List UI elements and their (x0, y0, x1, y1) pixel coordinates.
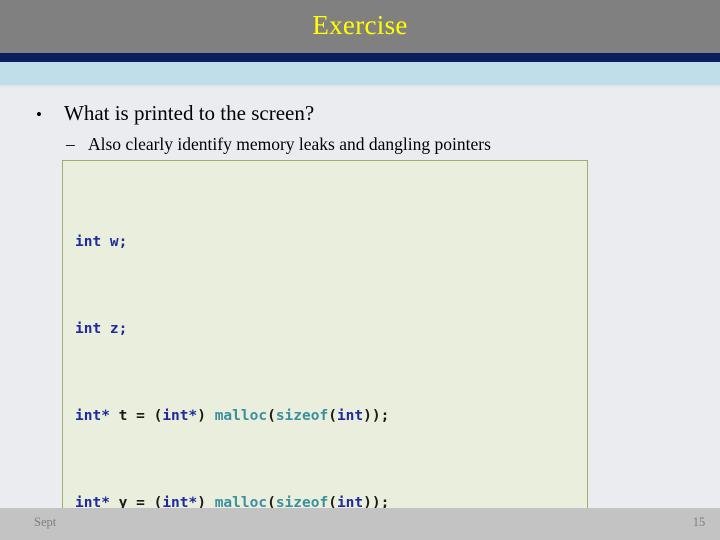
code-line: int w; (75, 232, 587, 254)
code-token-function: malloc (214, 407, 268, 424)
code-lines: int w; int z; int* t = (int*) malloc(siz… (75, 167, 587, 534)
code-token-function: sizeof (275, 407, 329, 424)
slide: Exercise • What is printed to the screen… (0, 0, 720, 540)
title-underline-rule (0, 53, 720, 62)
code-token-keyword: int* (162, 407, 198, 424)
footer-band (0, 508, 720, 540)
code-token-keyword: int* (75, 407, 110, 424)
code-token-plain: ( (267, 407, 276, 424)
code-token-plain: t = ( (109, 407, 163, 424)
code-token-keyword: int (336, 407, 364, 424)
footer-date: Sept (34, 515, 57, 529)
header-accent-fade (0, 85, 720, 89)
bullet-level-2-text: Also clearly identify memory leaks and d… (88, 134, 491, 154)
dash-marker-icon: – (66, 134, 75, 154)
code-token-plain: ( (328, 407, 337, 424)
code-token-plain: ) (197, 407, 215, 424)
footer-page-number: 15 (692, 515, 706, 529)
bullet-marker-icon: • (36, 105, 42, 124)
code-token-plain: )); (363, 407, 390, 424)
bullet-level-1-text: What is printed to the screen? (64, 101, 315, 125)
page-title: Exercise (312, 10, 408, 40)
bullet-level-2: – Also clearly identify memory leaks and… (66, 132, 686, 156)
code-line: int z; (75, 319, 587, 341)
code-token-keyword: int w; (75, 234, 128, 251)
code-block: int w; int z; int* t = (int*) malloc(siz… (62, 160, 588, 535)
code-token-keyword: int z; (75, 320, 128, 337)
header-accent-band (0, 62, 720, 85)
code-line: int* t = (int*) malloc(sizeof(int)); (75, 406, 587, 428)
bullet-level-1: • What is printed to the screen? (36, 99, 676, 129)
